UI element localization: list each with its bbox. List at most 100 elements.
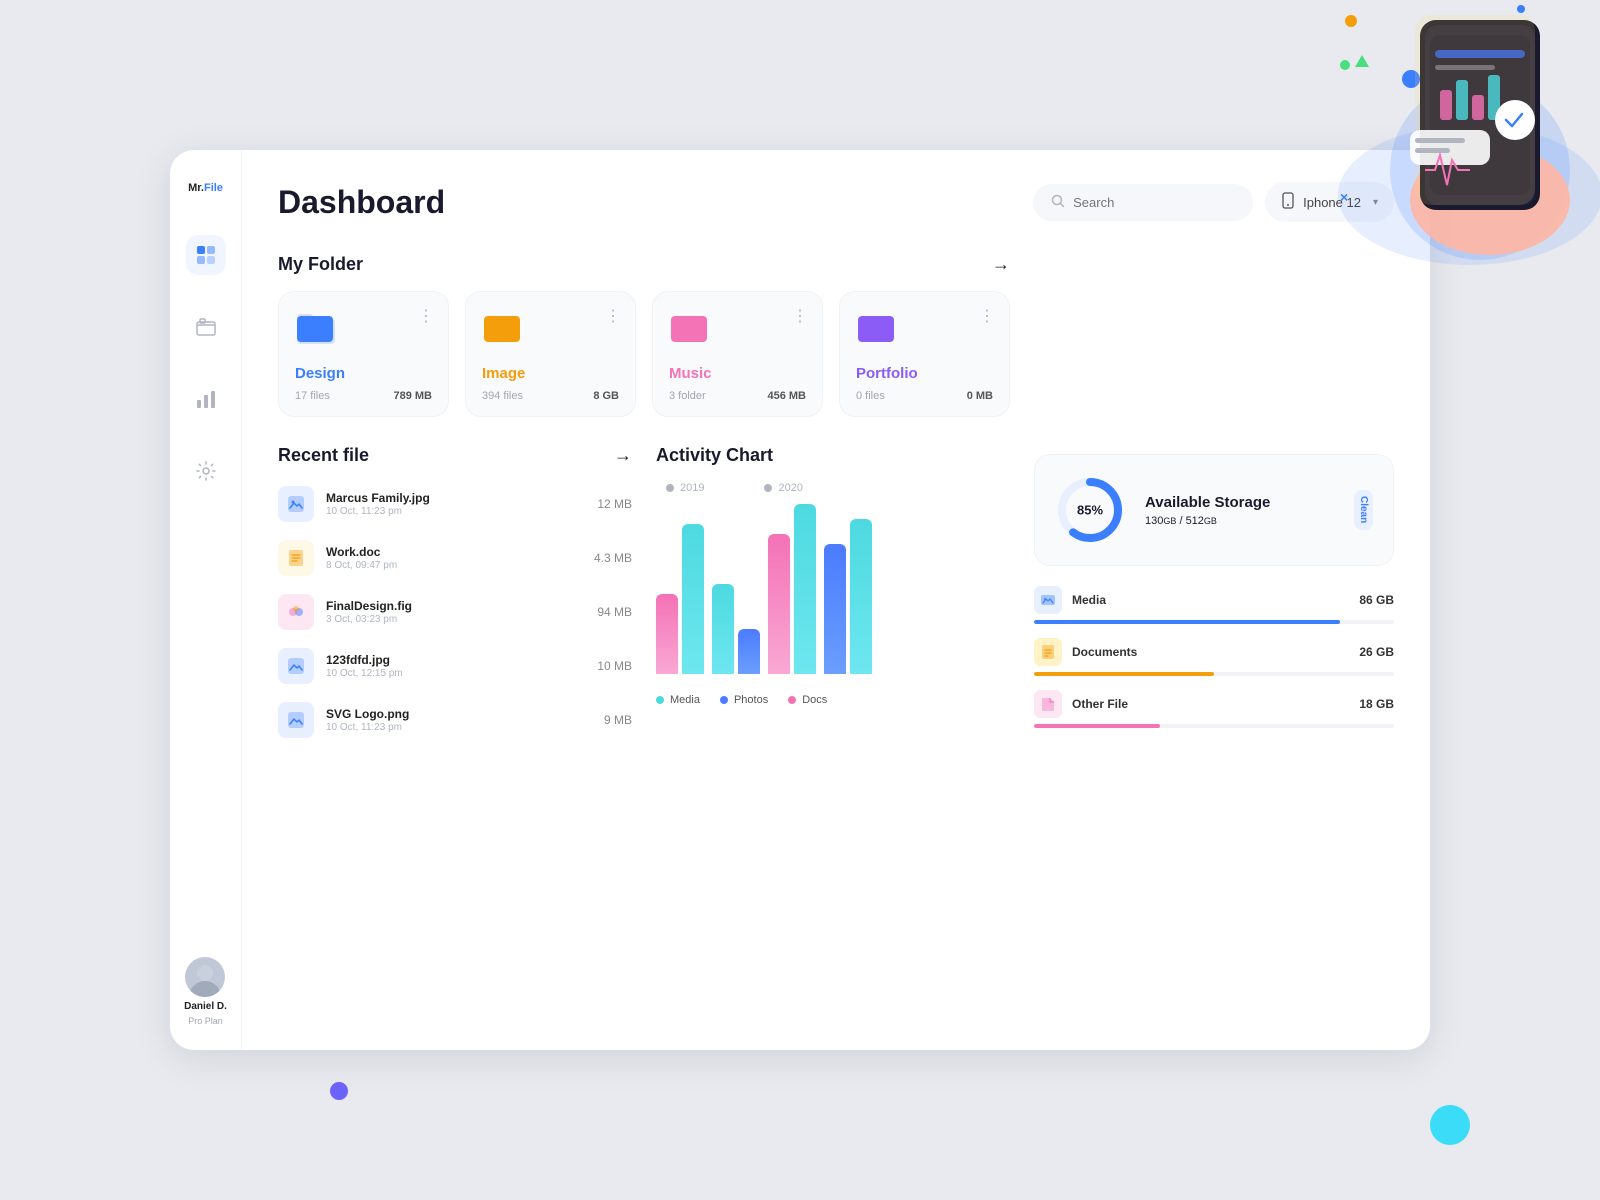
bar xyxy=(824,544,846,674)
storage-item-name-media: Media xyxy=(1072,593,1106,607)
list-item[interactable]: Work.doc 8 Oct, 09:47 pm 4.3 MB xyxy=(278,536,632,580)
folder-menu-icon[interactable]: ⋮ xyxy=(979,306,995,326)
storage-item-left: Media xyxy=(1034,586,1106,614)
folder-icon-portfolio xyxy=(856,310,993,355)
storage-icon-documents xyxy=(1034,638,1062,666)
folder-menu-icon[interactable]: ⋮ xyxy=(792,306,808,326)
storage-donut-chart: 85% xyxy=(1055,475,1125,545)
app-logo: Mr.File xyxy=(188,182,223,195)
legend-label-photos: Photos xyxy=(734,694,768,706)
folder-menu-icon[interactable]: ⋮ xyxy=(605,306,621,326)
list-item[interactable]: SVG Logo.png 10 Oct, 11:23 pm 9 MB xyxy=(278,698,632,742)
legend-dot-docs xyxy=(788,696,796,704)
chart-legend: Media Photos Docs xyxy=(656,694,1010,706)
file-date: 10 Oct, 11:23 pm xyxy=(326,722,592,733)
storage-item-size-media: 86 GB xyxy=(1359,593,1394,607)
storage-item-name-documents: Documents xyxy=(1072,645,1137,659)
storage-breakdown: Media 86 GB xyxy=(1034,586,1394,728)
bar xyxy=(738,629,760,674)
bar xyxy=(656,594,678,674)
recent-section-header: Recent file → xyxy=(278,445,632,466)
bar xyxy=(712,584,734,674)
progress-fill-documents xyxy=(1034,672,1214,676)
file-date: 3 Oct, 03:23 pm xyxy=(326,614,585,625)
bar xyxy=(682,524,704,674)
legend-photos: Photos xyxy=(720,694,768,706)
recent-see-all-button[interactable]: → xyxy=(614,445,632,466)
folder-menu-icon[interactable]: ⋮ xyxy=(418,306,434,326)
bar xyxy=(794,504,816,674)
search-input[interactable] xyxy=(1073,195,1235,210)
file-date: 10 Oct, 11:23 pm xyxy=(326,506,585,517)
sidebar-item-settings[interactable] xyxy=(186,451,226,491)
activity-chart-section: Activity Chart 2019 2020 xyxy=(656,445,1010,742)
bar-group-3 xyxy=(768,504,816,674)
storage-icon-other xyxy=(1034,690,1062,718)
bar-group-4 xyxy=(824,519,872,674)
folder-card-music[interactable]: ⋮ Music 3 folder 456 MB xyxy=(652,291,823,417)
device-icon xyxy=(1281,192,1295,212)
progress-bar-other xyxy=(1034,724,1394,728)
storage-icon-media xyxy=(1034,586,1062,614)
folder-meta-design: 17 files 789 MB xyxy=(295,390,432,402)
chart-section-header: Activity Chart xyxy=(656,445,1010,466)
sidebar-item-files[interactable] xyxy=(186,307,226,347)
storage-title: Available Storage xyxy=(1145,494,1334,511)
recent-files-section: Recent file → Marcus Family.jpg 10 Oct xyxy=(278,445,632,742)
user-profile[interactable]: Daniel D. Pro Plan xyxy=(184,957,227,1026)
file-name: 123fdfd.jpg xyxy=(326,653,585,667)
chart-year-2019: 2019 xyxy=(680,482,704,494)
search-bar xyxy=(1033,184,1253,221)
sidebar-item-analytics[interactable] xyxy=(186,379,226,419)
progress-fill-other xyxy=(1034,724,1160,728)
folder-card-image[interactable]: ⋮ Image 394 files 8 GB xyxy=(465,291,636,417)
folder-meta-music: 3 folder 456 MB xyxy=(669,390,806,402)
bar xyxy=(850,519,872,674)
storage-info: Available Storage 130GB / 512GB xyxy=(1145,494,1334,527)
recent-section-title: Recent file xyxy=(278,445,369,466)
list-item[interactable]: Marcus Family.jpg 10 Oct, 11:23 pm 12 MB xyxy=(278,482,632,526)
storage-percentage: 85% xyxy=(1077,503,1103,518)
file-info: Work.doc 8 Oct, 09:47 pm xyxy=(326,545,582,571)
storage-item-documents: Documents 26 GB xyxy=(1034,638,1394,676)
folder-grid: ⋮ Design 17 files 789 MB xyxy=(278,291,1010,417)
sidebar-item-dashboard[interactable] xyxy=(186,235,226,275)
file-info: FinalDesign.fig 3 Oct, 03:23 pm xyxy=(326,599,585,625)
storage-card: 85% Available Storage 130GB / 512GB Clea… xyxy=(1034,454,1394,566)
storage-item-header-other: Other File 18 GB xyxy=(1034,690,1394,718)
storage-item-header-media: Media 86 GB xyxy=(1034,586,1394,614)
file-info: SVG Logo.png 10 Oct, 11:23 pm xyxy=(326,707,592,733)
storage-item-name-other: Other File xyxy=(1072,697,1128,711)
chart-bars xyxy=(656,502,1010,682)
folder-name-image: Image xyxy=(482,365,619,382)
illustration-spacer xyxy=(1034,254,1394,434)
folder-name-portfolio: Portfolio xyxy=(856,365,993,382)
legend-dot-photos xyxy=(720,696,728,704)
folder-see-all-button[interactable]: → xyxy=(992,254,1010,275)
file-thumbnail xyxy=(278,486,314,522)
clean-button[interactable]: Clean xyxy=(1354,490,1373,529)
file-size: 9 MB xyxy=(604,713,632,727)
file-size: 10 MB xyxy=(597,659,632,673)
legend-docs: Docs xyxy=(788,694,827,706)
search-icon xyxy=(1051,194,1065,211)
file-size: 12 MB xyxy=(597,497,632,511)
progress-fill-media xyxy=(1034,620,1340,624)
bg-decoration-dot-2 xyxy=(330,1082,348,1100)
left-column: My Folder → ⋮ Design xyxy=(278,254,1010,742)
chart-year-2020: 2020 xyxy=(778,482,802,494)
file-name: Work.doc xyxy=(326,545,582,559)
folder-card-design[interactable]: ⋮ Design 17 files 789 MB xyxy=(278,291,449,417)
file-date: 8 Oct, 09:47 pm xyxy=(326,560,582,571)
file-name: SVG Logo.png xyxy=(326,707,592,721)
list-item[interactable]: 123fdfd.jpg 10 Oct, 12:15 pm 10 MB xyxy=(278,644,632,688)
storage-item-other: Other File 18 GB xyxy=(1034,690,1394,728)
list-item[interactable]: FinalDesign.fig 3 Oct, 03:23 pm 94 MB xyxy=(278,590,632,634)
bar-group-1 xyxy=(656,524,704,674)
folder-card-portfolio[interactable]: ⋮ Portfolio 0 files 0 MB xyxy=(839,291,1010,417)
folder-icon-design xyxy=(295,310,432,355)
folder-section: My Folder → ⋮ Design xyxy=(278,254,1010,417)
right-column: 85% Available Storage 130GB / 512GB Clea… xyxy=(1034,254,1394,742)
content-grid: My Folder → ⋮ Design xyxy=(278,254,1394,742)
progress-bar-documents xyxy=(1034,672,1394,676)
